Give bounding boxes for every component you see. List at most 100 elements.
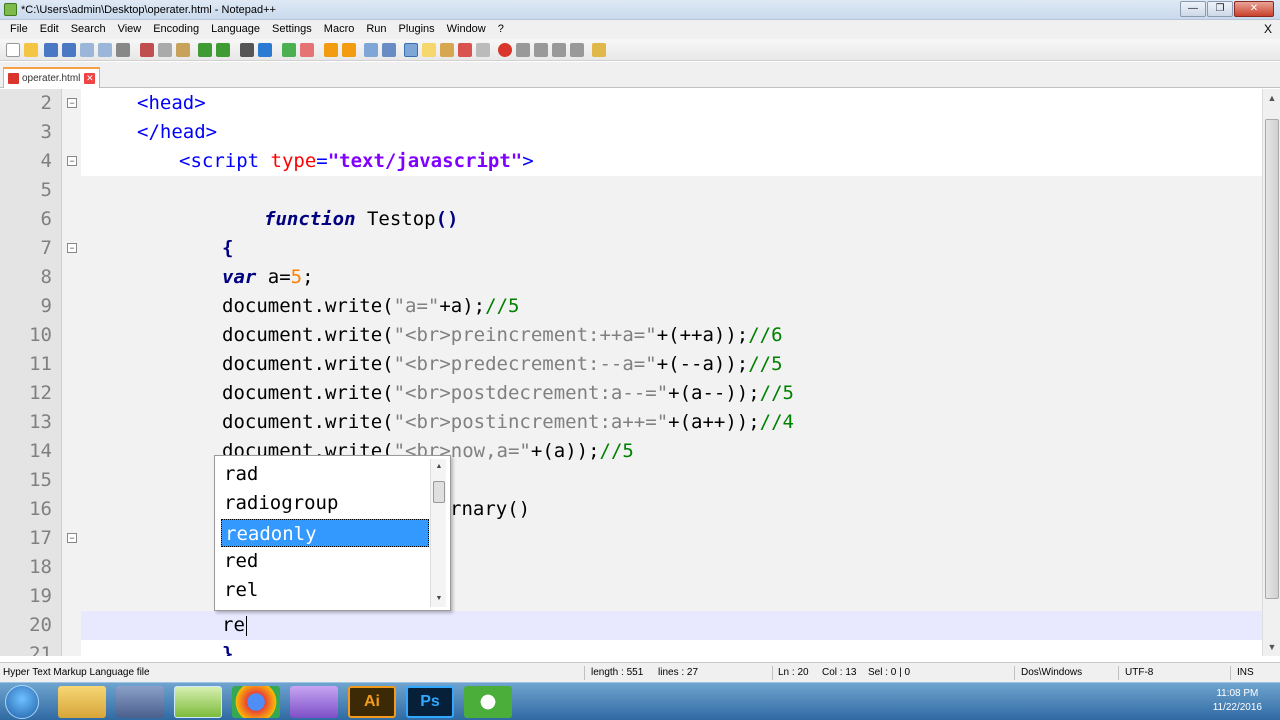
scroll-thumb[interactable] bbox=[433, 481, 445, 503]
number-literal: 5 bbox=[290, 266, 303, 288]
udl-icon[interactable] bbox=[422, 43, 436, 57]
notepadpp-task-icon[interactable] bbox=[174, 686, 222, 718]
menu-edit[interactable]: Edit bbox=[34, 20, 65, 39]
autocomplete-scrollbar[interactable]: ▲ ▼ bbox=[430, 459, 446, 607]
attr-value: "text/javascript" bbox=[327, 150, 523, 172]
comment: //5 bbox=[759, 382, 794, 404]
cut-icon[interactable] bbox=[140, 43, 154, 57]
fold-toggle-icon[interactable]: − bbox=[67, 98, 77, 108]
scroll-down-icon[interactable]: ▼ bbox=[1265, 640, 1279, 654]
maximize-button[interactable]: ❐ bbox=[1207, 1, 1233, 17]
line-number: 14 bbox=[29, 440, 52, 462]
editor-vertical-scrollbar[interactable]: ▲ ▼ bbox=[1262, 89, 1280, 656]
chrome-task-icon[interactable] bbox=[232, 686, 280, 718]
line-number: 5 bbox=[40, 179, 52, 201]
feather-task-icon[interactable] bbox=[290, 686, 338, 718]
paste-icon[interactable] bbox=[176, 43, 190, 57]
undo-icon[interactable] bbox=[198, 43, 212, 57]
find-icon[interactable] bbox=[240, 43, 254, 57]
save-macro-icon[interactable] bbox=[570, 43, 584, 57]
autocomplete-item[interactable]: red bbox=[221, 547, 429, 575]
code-plain: +(a++)); bbox=[668, 411, 760, 433]
replace-icon[interactable] bbox=[258, 43, 272, 57]
line-number: 13 bbox=[29, 411, 52, 433]
menu-view[interactable]: View bbox=[112, 20, 148, 39]
close-all-icon[interactable] bbox=[98, 43, 112, 57]
explorer-task-icon[interactable] bbox=[58, 686, 106, 718]
string-literal: "<br>predecrement:--a=" bbox=[393, 353, 657, 375]
photoshop-task-icon[interactable]: Ps bbox=[406, 686, 454, 718]
code-editor[interactable]: 2 − <head> 3 </head> 4 − <script type="t… bbox=[0, 89, 1262, 656]
tab-close-icon[interactable]: ✕ bbox=[84, 73, 96, 84]
close-button[interactable]: ✕ bbox=[1234, 1, 1274, 17]
scroll-up-icon[interactable]: ▲ bbox=[1265, 91, 1279, 105]
minimize-button[interactable]: — bbox=[1180, 1, 1206, 17]
show-all-chars-icon[interactable] bbox=[382, 43, 396, 57]
print-icon[interactable] bbox=[116, 43, 130, 57]
line-number: 12 bbox=[29, 382, 52, 404]
zoom-in-icon[interactable] bbox=[282, 43, 296, 57]
sync-v-icon[interactable] bbox=[324, 43, 338, 57]
fold-toggle-icon[interactable]: − bbox=[67, 243, 77, 253]
toolbar bbox=[0, 39, 1280, 61]
tab-operater-html[interactable]: operater.html ✕ bbox=[3, 67, 101, 88]
save-icon[interactable] bbox=[44, 43, 58, 57]
redo-icon[interactable] bbox=[216, 43, 230, 57]
zoom-out-icon[interactable] bbox=[300, 43, 314, 57]
menu-search[interactable]: Search bbox=[65, 20, 112, 39]
save-task-icon[interactable] bbox=[116, 686, 164, 718]
autocomplete-item[interactable]: rad bbox=[221, 460, 429, 488]
stop-macro-icon[interactable] bbox=[516, 43, 530, 57]
fold-toggle-icon[interactable]: − bbox=[67, 533, 77, 543]
doc-map-icon[interactable] bbox=[440, 43, 454, 57]
code-line: 10 document.write("<br>preincrement:++a=… bbox=[0, 321, 1262, 350]
scroll-up-icon[interactable]: ▲ bbox=[433, 461, 445, 473]
menu-macro[interactable]: Macro bbox=[318, 20, 361, 39]
autocomplete-item-selected[interactable]: readonly bbox=[221, 519, 429, 547]
illustrator-task-icon[interactable]: Ai bbox=[348, 686, 396, 718]
code-text: } bbox=[222, 643, 234, 656]
code-plain: ; bbox=[302, 266, 314, 288]
code-text: function Testop() bbox=[264, 205, 458, 234]
close-document-button[interactable]: X bbox=[1264, 20, 1272, 39]
code-line: 7 − { bbox=[0, 234, 1262, 263]
start-button[interactable] bbox=[5, 685, 39, 719]
sync-h-icon[interactable] bbox=[342, 43, 356, 57]
new-file-icon[interactable] bbox=[6, 43, 20, 57]
code-line: 3 </head> bbox=[0, 118, 1262, 147]
autocomplete-item[interactable]: rel bbox=[221, 576, 429, 604]
line-number: 18 bbox=[29, 556, 52, 578]
menu-plugins[interactable]: Plugins bbox=[393, 20, 441, 39]
menu-bar: File Edit Search View Encoding Language … bbox=[0, 20, 1280, 39]
function-list-icon[interactable] bbox=[458, 43, 472, 57]
menu-file[interactable]: File bbox=[4, 20, 34, 39]
run-macro-multiple-icon[interactable] bbox=[552, 43, 566, 57]
scroll-down-icon[interactable]: ▼ bbox=[433, 593, 445, 605]
record-macro-icon[interactable] bbox=[498, 43, 512, 57]
status-lines: lines : 27 bbox=[658, 667, 699, 678]
window-controls: — ❐ ✕ bbox=[1179, 1, 1274, 17]
autocomplete-item[interactable]: radiogroup bbox=[221, 489, 429, 517]
clock[interactable]: 11:08 PM 11/22/2016 bbox=[1213, 687, 1262, 715]
code-line: 15 bbox=[0, 466, 1262, 495]
copy-icon[interactable] bbox=[158, 43, 172, 57]
line-number: 7 bbox=[40, 237, 52, 259]
open-file-icon[interactable] bbox=[24, 43, 38, 57]
launch-in-browser-icon[interactable] bbox=[592, 43, 606, 57]
menu-help[interactable]: ? bbox=[492, 20, 510, 39]
clock-time: 11:08 PM bbox=[1216, 688, 1259, 699]
menu-encoding[interactable]: Encoding bbox=[147, 20, 205, 39]
menu-window[interactable]: Window bbox=[441, 20, 492, 39]
folder-as-workspace-icon[interactable] bbox=[476, 43, 490, 57]
menu-run[interactable]: Run bbox=[360, 20, 392, 39]
scroll-thumb[interactable] bbox=[1265, 119, 1279, 599]
word-wrap-icon[interactable] bbox=[364, 43, 378, 57]
indent-guide-icon[interactable] bbox=[404, 43, 418, 57]
fold-toggle-icon[interactable]: − bbox=[67, 156, 77, 166]
utorrent-task-icon[interactable] bbox=[464, 686, 512, 718]
menu-language[interactable]: Language bbox=[205, 20, 266, 39]
save-all-icon[interactable] bbox=[62, 43, 76, 57]
close-file-icon[interactable] bbox=[80, 43, 94, 57]
menu-settings[interactable]: Settings bbox=[266, 20, 318, 39]
play-macro-icon[interactable] bbox=[534, 43, 548, 57]
